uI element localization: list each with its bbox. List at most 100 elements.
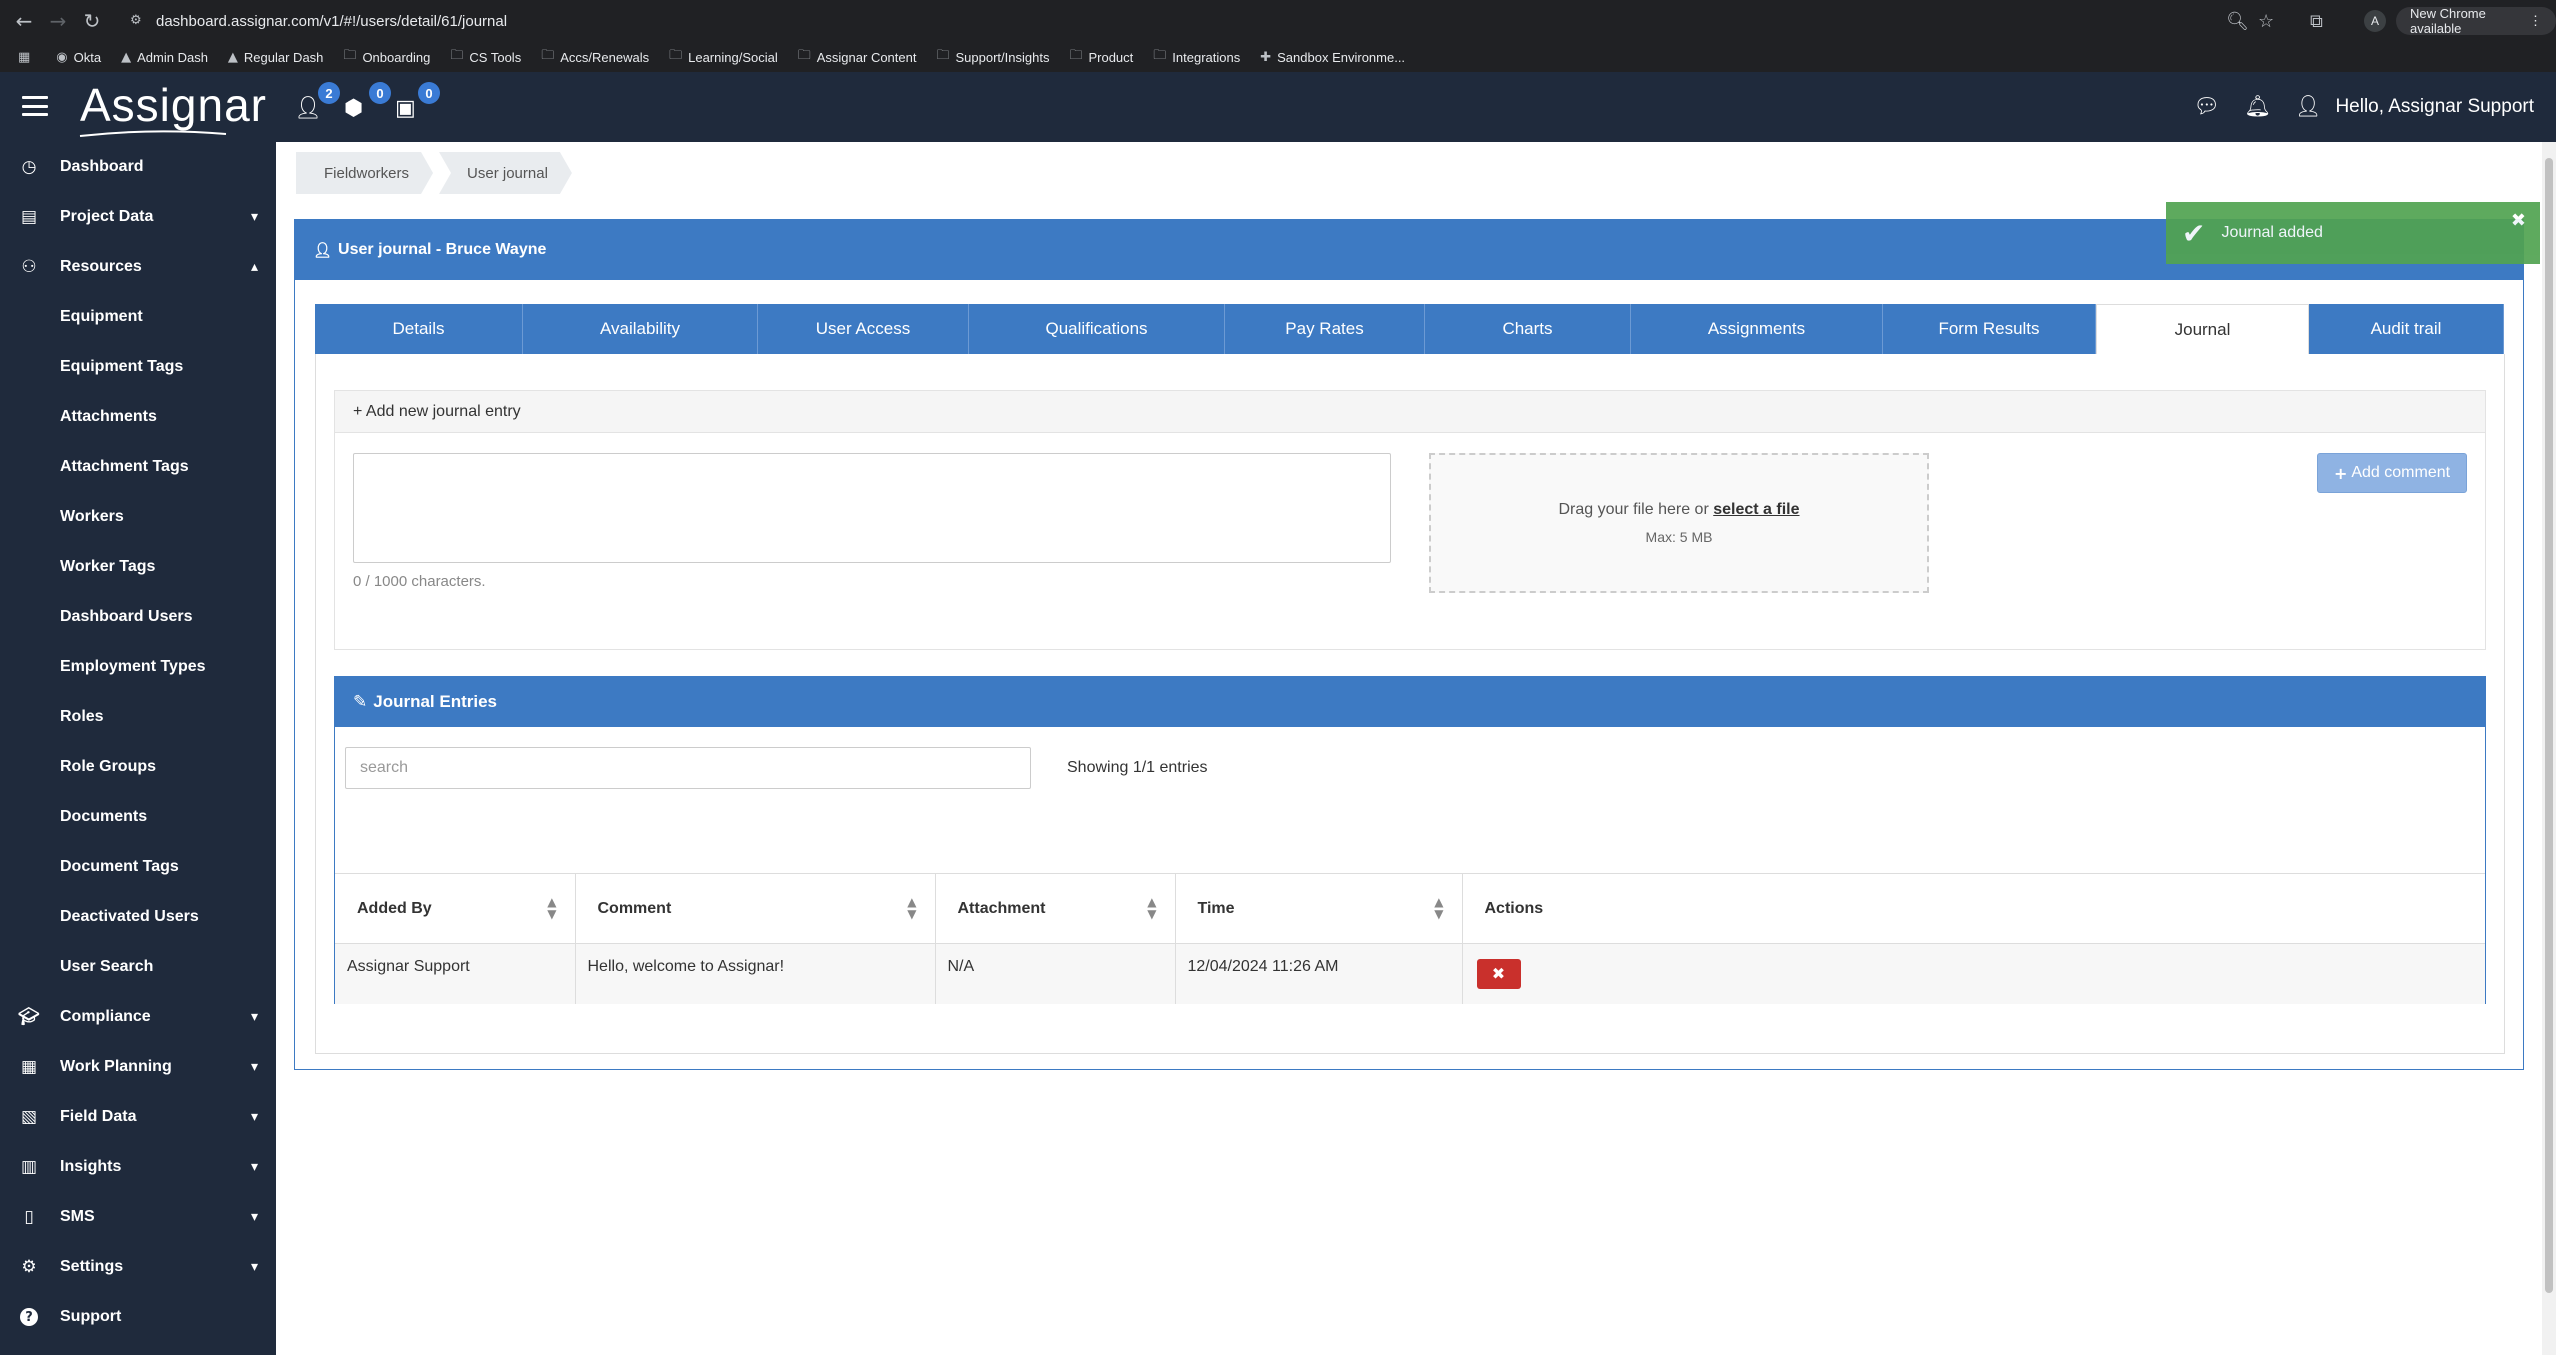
tab-availability[interactable]: Availability [523,304,758,354]
sort-icon[interactable]: ▲ ▼ [1147,896,1156,920]
breadcrumb-fieldworkers[interactable]: Fieldworkers [296,152,433,194]
bookmark-item[interactable]: 🗀︎ Onboarding [343,46,430,68]
column-header-time[interactable]: Time ▲ ▼ [1175,873,1463,944]
sidebar-subitem-role-groups[interactable]: Role Groups [0,742,276,792]
sidebar-subitem-attachment-tags[interactable]: Attachment Tags [0,442,276,492]
bell-icon[interactable]: 🔔︎ [2244,94,2271,119]
sidebar-item-project-data[interactable]: ▤ Project Data ▾ [0,192,276,242]
sidebar-subitem-workers[interactable]: Workers [0,492,276,542]
sidebar-item-work-planning[interactable]: ▦ Work Planning ▾ [0,1042,276,1092]
tab-qualifications[interactable]: Qualifications [969,304,1225,354]
bookmark-item[interactable]: 🗀︎ CS Tools [450,46,521,68]
update-label: New Chrome available [2410,6,2486,36]
profile-avatar[interactable]: A [2364,10,2386,32]
select-file-link[interactable]: select a file [1713,501,1799,518]
main-content: Fieldworkers User journal 👤︎ User journa… [276,142,2542,1355]
forward-icon[interactable]: → [48,9,68,33]
sidebar-subitem-equipment-tags[interactable]: Equipment Tags [0,342,276,392]
tab-form-results[interactable]: Form Results [1883,304,2096,354]
tab-journal[interactable]: Journal [2096,304,2309,354]
hamburger-menu-icon[interactable] [22,96,48,116]
column-header-added-by[interactable]: Added By ▲ ▼ [335,873,576,944]
sidebar-item-settings[interactable]: ⚙ Settings ▾ [0,1242,276,1292]
chevron-down-icon: ▾ [250,1009,258,1025]
site-info-icon[interactable]: ⚙ [130,13,146,29]
delete-entry-button[interactable]: ✖ [1476,958,1521,989]
column-header-label: Attachment [957,899,1046,917]
add-journal-entry-toggle[interactable]: + Add new journal entry [335,391,2485,433]
tab-user-access[interactable]: User Access [758,304,969,354]
address-bar[interactable]: ⚙ dashboard.assignar.com/v1/#!/users/det… [130,8,2240,34]
sidebar-item-dashboard[interactable]: ◷ Dashboard [0,142,276,192]
box-icon[interactable]: ⬢ [344,96,363,121]
sidebar-subitem-worker-tags[interactable]: Worker Tags [0,542,276,592]
bookmark-item[interactable]: ▲ Admin Dash [121,46,208,68]
bookmark-item[interactable]: 🗀︎ Integrations [1153,46,1240,68]
bookmark-item[interactable]: ▲ Regular Dash [228,46,324,68]
journal-comment-textarea[interactable] [353,453,1391,563]
bookmark-item[interactable]: 🗀︎ Learning/Social [669,46,778,68]
bookmark-item[interactable]: 🗀︎ Support/Insights [936,46,1049,68]
sidebar-item-compliance[interactable]: 🎓︎ Compliance ▾ [0,992,276,1042]
close-icon[interactable]: ✖ [2511,210,2526,231]
tab-assignments[interactable]: Assignments [1631,304,1883,354]
bookmark-label: Assignar Content [816,49,917,65]
add-comment-button[interactable]: + Add comment [2317,453,2467,493]
bookmark-item[interactable]: ✚ Sandbox Environme... [1260,46,1405,68]
sidebar-item-resources[interactable]: ⚇ Resources ▴ [0,242,276,292]
tab-details[interactable]: Details [315,304,523,354]
dashboard-icon: ◷ [21,157,37,177]
bookmark-label: CS Tools [469,49,522,65]
sidebar-subitem-roles[interactable]: Roles [0,692,276,742]
user-icon[interactable]: 👤︎ [2295,94,2322,119]
assignar-logo[interactable]: Assignar [80,78,267,132]
sidebar-subitem-attachments[interactable]: Attachments [0,392,276,442]
tab-charts[interactable]: Charts [1425,304,1631,354]
sidebar-subitem-documents[interactable]: Documents [0,792,276,842]
reload-icon[interactable]: ↻ [82,9,102,33]
sidebar-item-field-data[interactable]: ▧ Field Data ▾ [0,1092,276,1142]
journal-entries-title: Journal Entries [373,692,498,711]
sidebar-item-sms[interactable]: ▯ SMS ▾ [0,1192,276,1242]
sidebar-subitem-document-tags[interactable]: Document Tags [0,842,276,892]
extensions-icon[interactable]: ⧉ [2310,0,2323,42]
user-greeting[interactable]: Hello, Assignar Support [2335,96,2534,118]
chrome-update-button[interactable]: New Chrome available ⋮ [2396,6,2556,36]
tab-pay-rates[interactable]: Pay Rates [1225,304,1425,354]
folder-icon: ✚ [1260,49,1272,65]
page-scrollbar[interactable] [2542,142,2556,1355]
bag-icon[interactable]: ▣ [395,96,416,121]
sidebar-subitem-dashboard-users[interactable]: Dashboard Users [0,592,276,642]
tab-audit-trail[interactable]: Audit trail [2309,304,2504,354]
sidebar-subitem-user-search[interactable]: User Search [0,942,276,992]
column-header-comment[interactable]: Comment ▲ ▼ [575,873,936,944]
table-row: Assignar Support Hello, welcome to Assign… [335,943,2485,1004]
zoom-icon[interactable]: 🔍︎ [2226,0,2249,42]
bookmark-item[interactable]: ◉ Okta [56,46,101,68]
bookmark-item[interactable]: 🗀︎ Assignar Content [798,46,917,68]
bookmark-star-icon[interactable]: ☆ [2258,0,2274,42]
bookmark-item[interactable]: 🗀︎ Accs/Renewals [541,46,649,68]
sidebar-item-support[interactable]: ? Support [0,1292,276,1342]
people-icon[interactable]: 👤︎ [294,96,322,121]
sidebar-subitem-deactivated-users[interactable]: Deactivated Users [0,892,276,942]
sort-icon[interactable]: ▲ ▼ [1434,896,1443,920]
scrollbar-thumb[interactable] [2545,158,2553,1293]
sidebar-item-insights[interactable]: ▥ Insights ▾ [0,1142,276,1192]
column-header-attachment[interactable]: Attachment ▲ ▼ [935,873,1176,944]
browser-toolbar: ← → ↻ ⚙ dashboard.assignar.com/v1/#!/use… [0,0,2556,42]
breadcrumb-user-journal[interactable]: User journal [439,152,572,194]
bookmark-item[interactable]: 🗀︎ Product [1069,46,1133,68]
chat-icon[interactable]: 💬︎ [2193,94,2220,119]
sort-icon[interactable]: ▲ ▼ [547,896,556,920]
sidebar-subitem-equipment[interactable]: Equipment [0,292,276,342]
search-input[interactable] [345,747,1031,789]
sort-icon[interactable]: ▲ ▼ [907,896,916,920]
apps-grid-icon[interactable]: ▦ [18,50,36,65]
sidebar-item-label: Field Data [60,1108,137,1125]
calendar-icon: ▦ [20,1057,38,1077]
tab-bar: Details Availability User Access Qualificat… [315,304,2505,354]
back-icon[interactable]: ← [14,9,34,33]
sidebar-subitem-employment-types[interactable]: Employment Types [0,642,276,692]
file-dropzone[interactable]: Drag your file here or select a file Max… [1429,453,1929,593]
